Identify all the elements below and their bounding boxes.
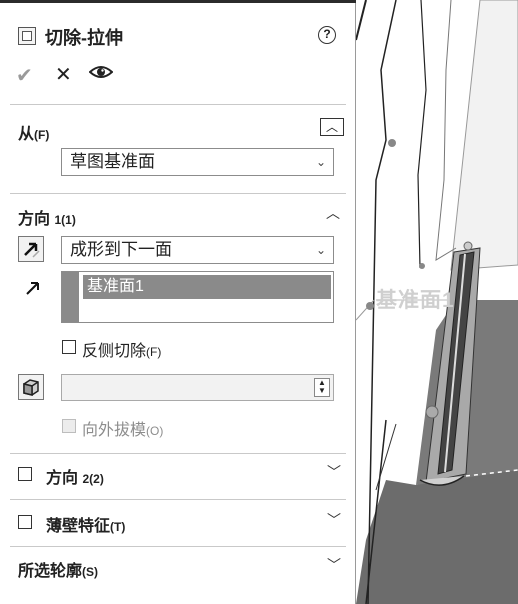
property-manager-panel: 切除-拉伸 ? ✔ ✕ 从(F) ︿ 草图基准面 ⌄ 方向 1(1) ︿ 成形到…	[0, 0, 356, 604]
end-condition-dropdown[interactable]: 成形到下一面 ⌄	[61, 236, 334, 264]
direction1-label: 方向	[18, 211, 51, 228]
direction-arrow-icon	[25, 280, 41, 301]
chevron-down-icon[interactable]: ﹀	[327, 462, 341, 482]
spinner-arrows-icon[interactable]: ▲ ▼	[314, 378, 330, 397]
selected-contours-section-title: 所选轮廓(S)	[18, 557, 98, 581]
end-condition-value: 成形到下一面	[70, 240, 172, 259]
cut-extrude-feature-icon	[18, 27, 36, 45]
from-dropdown-value: 草图基准面	[70, 152, 155, 171]
separator	[10, 193, 346, 194]
direction2-suffix: 2(2)	[82, 472, 104, 486]
draft-outward-label: 向外拔模(O)	[82, 416, 163, 440]
close-icon[interactable]: ✕	[55, 62, 72, 87]
chevron-up-icon[interactable]: ︿	[326, 203, 340, 223]
face-selection-list[interactable]: 基准面1	[61, 271, 334, 323]
selection-color-swatch	[62, 272, 79, 322]
chevron-down-icon[interactable]: ﹀	[327, 555, 341, 575]
face-list-item[interactable]: 基准面1	[83, 275, 331, 299]
chevron-down-icon: ⌄	[315, 155, 326, 169]
chevron-down-icon[interactable]: ﹀	[327, 510, 341, 530]
separator	[10, 104, 346, 105]
flip-side-checkbox[interactable]	[62, 340, 76, 354]
draft-angle-input[interactable]: ▲ ▼	[61, 374, 334, 401]
from-dropdown[interactable]: 草图基准面 ⌄	[61, 148, 334, 176]
separator	[10, 546, 346, 547]
flip-side-text: 反侧切除	[82, 343, 147, 360]
separator	[10, 499, 346, 500]
reverse-direction-button[interactable]	[18, 236, 44, 262]
direction2-label: 方向	[46, 470, 79, 487]
panel-title: 切除-拉伸	[45, 28, 123, 48]
chevron-up-icon: ︿	[326, 120, 339, 134]
thin-feature-shortcut: (T)	[110, 520, 126, 534]
panel-top-border	[0, 0, 356, 3]
selected-contours-shortcut: (S)	[82, 565, 99, 579]
thin-feature-checkbox[interactable]	[18, 515, 32, 529]
checkmark-icon[interactable]: ✔	[16, 63, 33, 88]
eye-icon[interactable]	[88, 64, 114, 80]
from-shortcut: (F)	[34, 128, 50, 142]
chevron-down-icon: ⌄	[315, 243, 326, 257]
help-circle-icon[interactable]: ?	[318, 26, 336, 44]
thin-feature-section-title: 薄壁特征(T)	[46, 512, 125, 536]
draft-outward-text: 向外拔模	[82, 422, 147, 439]
direction1-suffix: 1(1)	[54, 213, 76, 227]
thin-feature-label: 薄壁特征	[46, 518, 111, 535]
draft-button[interactable]	[18, 374, 44, 400]
flip-side-label: 反侧切除(F)	[82, 337, 161, 361]
from-label: 从	[18, 126, 35, 143]
plane-label[interactable]: 基准面1	[376, 284, 455, 314]
selected-contours-label: 所选轮廓	[18, 563, 83, 580]
draft-outward-checkbox	[62, 419, 76, 433]
draft-outward-shortcut: (O)	[146, 424, 164, 438]
from-section-title: 从(F)	[18, 120, 49, 144]
flip-side-shortcut: (F)	[146, 345, 162, 359]
separator	[10, 453, 346, 454]
direction2-section-title: 方向 2(2)	[46, 464, 104, 488]
direction2-checkbox[interactable]	[18, 467, 32, 481]
direction1-section-title: 方向 1(1)	[18, 205, 76, 229]
collapse-section-button[interactable]: ︿	[320, 118, 344, 136]
graphics-viewport[interactable]: 基准面1	[356, 0, 518, 604]
